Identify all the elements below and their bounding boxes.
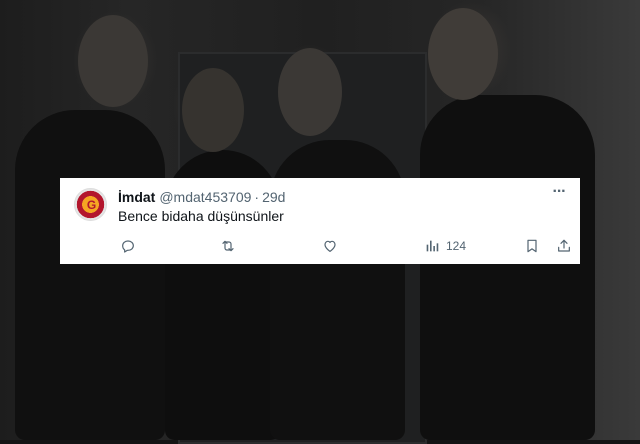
views-chart-icon bbox=[426, 240, 439, 252]
club-logo-icon: G bbox=[86, 198, 97, 212]
reply-button[interactable] bbox=[120, 236, 136, 256]
more-horizontal-icon[interactable]: ··· bbox=[550, 184, 568, 203]
separator-dot: · bbox=[254, 189, 260, 205]
retweet-button[interactable] bbox=[220, 236, 236, 256]
retweet-icon bbox=[222, 240, 234, 252]
share-button[interactable] bbox=[556, 236, 572, 256]
background-head bbox=[78, 15, 148, 107]
background-person bbox=[15, 110, 165, 440]
reply-icon bbox=[122, 240, 134, 253]
background-person bbox=[420, 95, 595, 440]
avatar[interactable]: G bbox=[74, 188, 107, 221]
views-button[interactable]: 124 bbox=[424, 236, 466, 256]
heart-icon bbox=[324, 240, 336, 252]
bookmark-icon bbox=[527, 239, 537, 253]
background-head bbox=[278, 48, 342, 136]
tweet-timestamp[interactable]: 29d bbox=[262, 189, 285, 205]
views-count: 124 bbox=[446, 239, 467, 253]
tweet-text: Bence bidaha düşünsünler bbox=[118, 208, 284, 224]
background-head bbox=[182, 68, 244, 152]
bookmark-button[interactable] bbox=[524, 236, 540, 256]
tweet-actions: 124 bbox=[118, 236, 570, 256]
like-button[interactable] bbox=[322, 236, 338, 256]
share-icon bbox=[558, 239, 570, 252]
tweet-header: İmdat @mdat453709 · 29d bbox=[118, 189, 285, 205]
user-handle[interactable]: @mdat453709 bbox=[159, 189, 251, 205]
background-head bbox=[428, 8, 498, 100]
display-name[interactable]: İmdat bbox=[118, 189, 155, 205]
tweet-card[interactable]: G İmdat @mdat453709 · 29d ··· Bence bidaha … bbox=[60, 178, 580, 264]
